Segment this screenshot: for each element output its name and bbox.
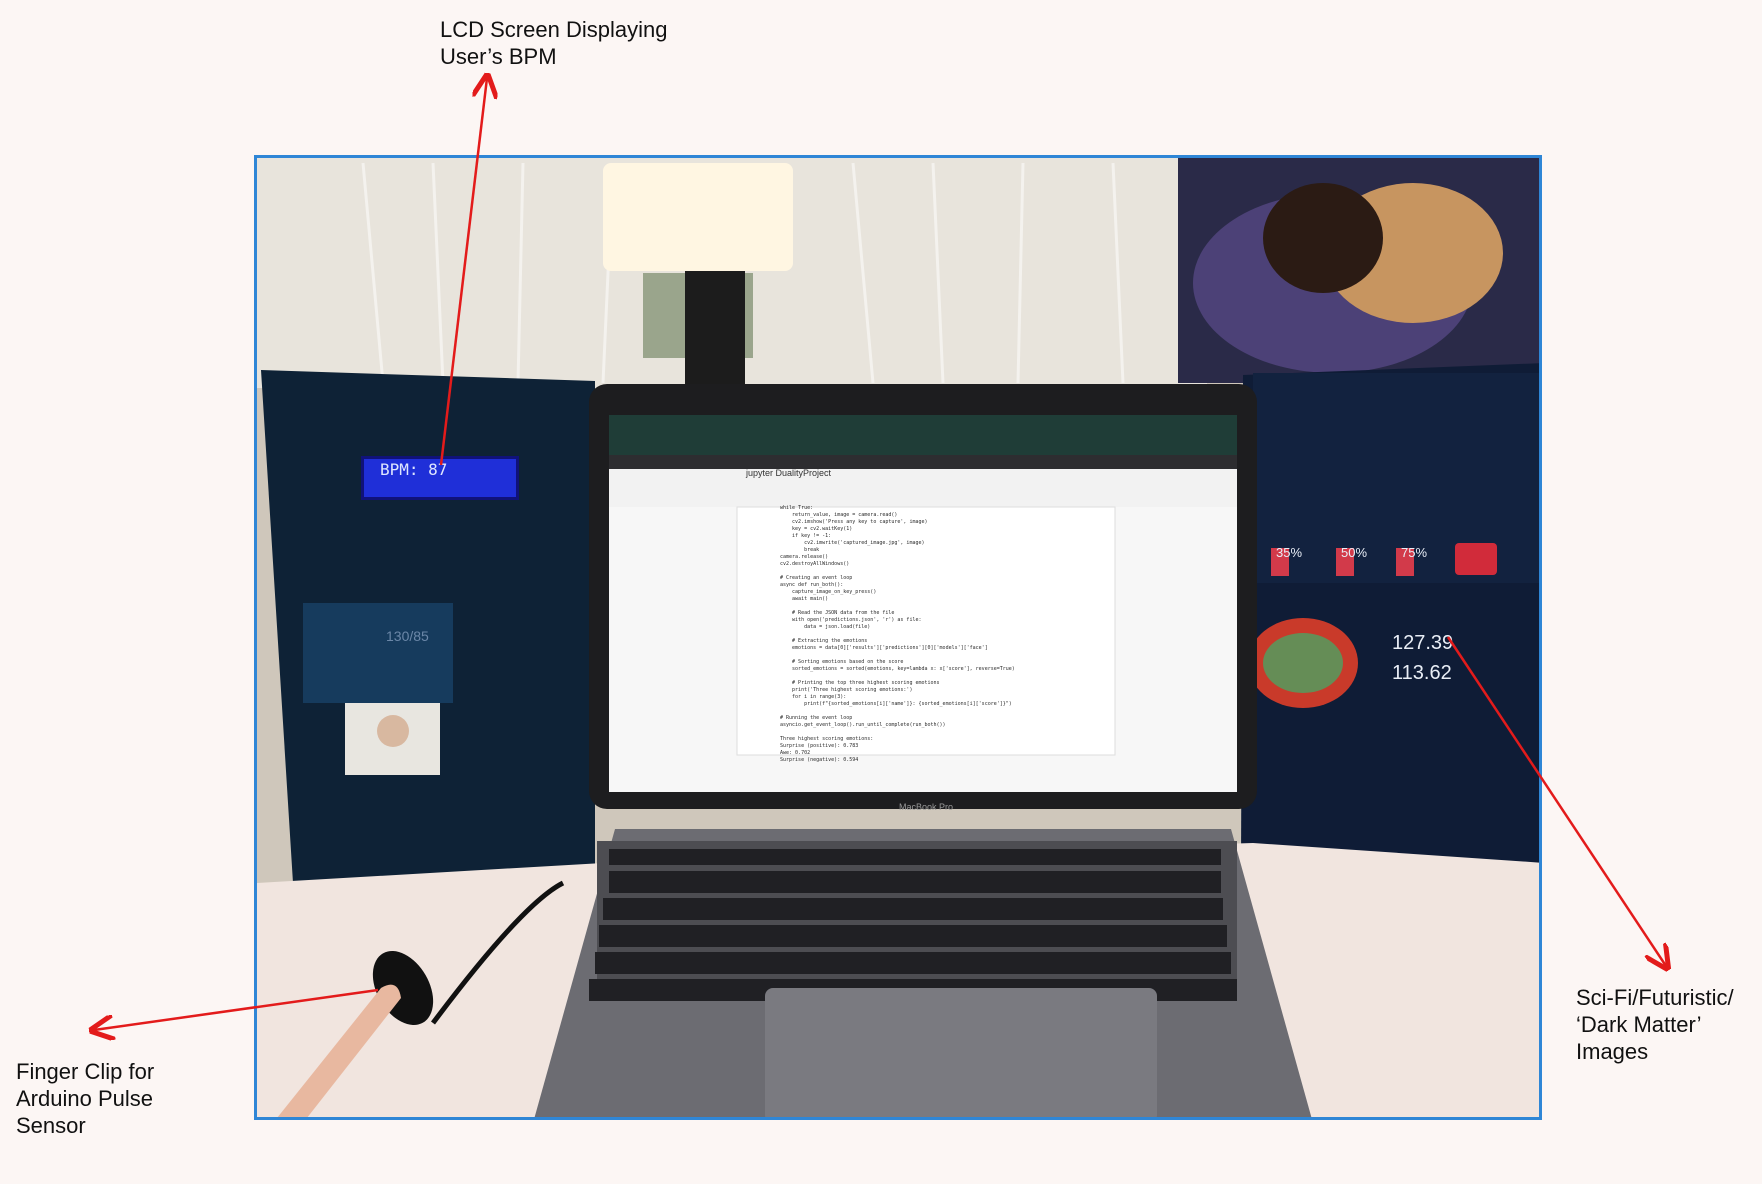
lcd-bpm-readout: BPM: 87 <box>380 460 448 479</box>
finger-clip-annotation: Finger Clip for Arduino Pulse Sensor <box>16 1059 155 1138</box>
notebook-code: while True: return_value, image = camera… <box>780 505 1015 763</box>
poster-value-1: 127.39 <box>1392 632 1454 654</box>
poster-pct-1: 35% <box>1276 545 1303 560</box>
scifi-annotation: Sci-Fi/Futuristic/ ‘Dark Matter’ Images <box>1576 985 1734 1064</box>
notebook-title: jupyter DualityProject <box>746 468 832 478</box>
laptop-brand: MacBook Pro <box>899 802 954 812</box>
poster-value-2: 113.62 <box>1392 662 1452 684</box>
poster-pct-2: 50% <box>1341 545 1368 560</box>
poster-pct-3: 75% <box>1401 545 1428 560</box>
lcd-annotation: LCD Screen Displaying User’s BPM <box>440 17 668 69</box>
poster-left-reading: 130/85 <box>386 628 429 644</box>
